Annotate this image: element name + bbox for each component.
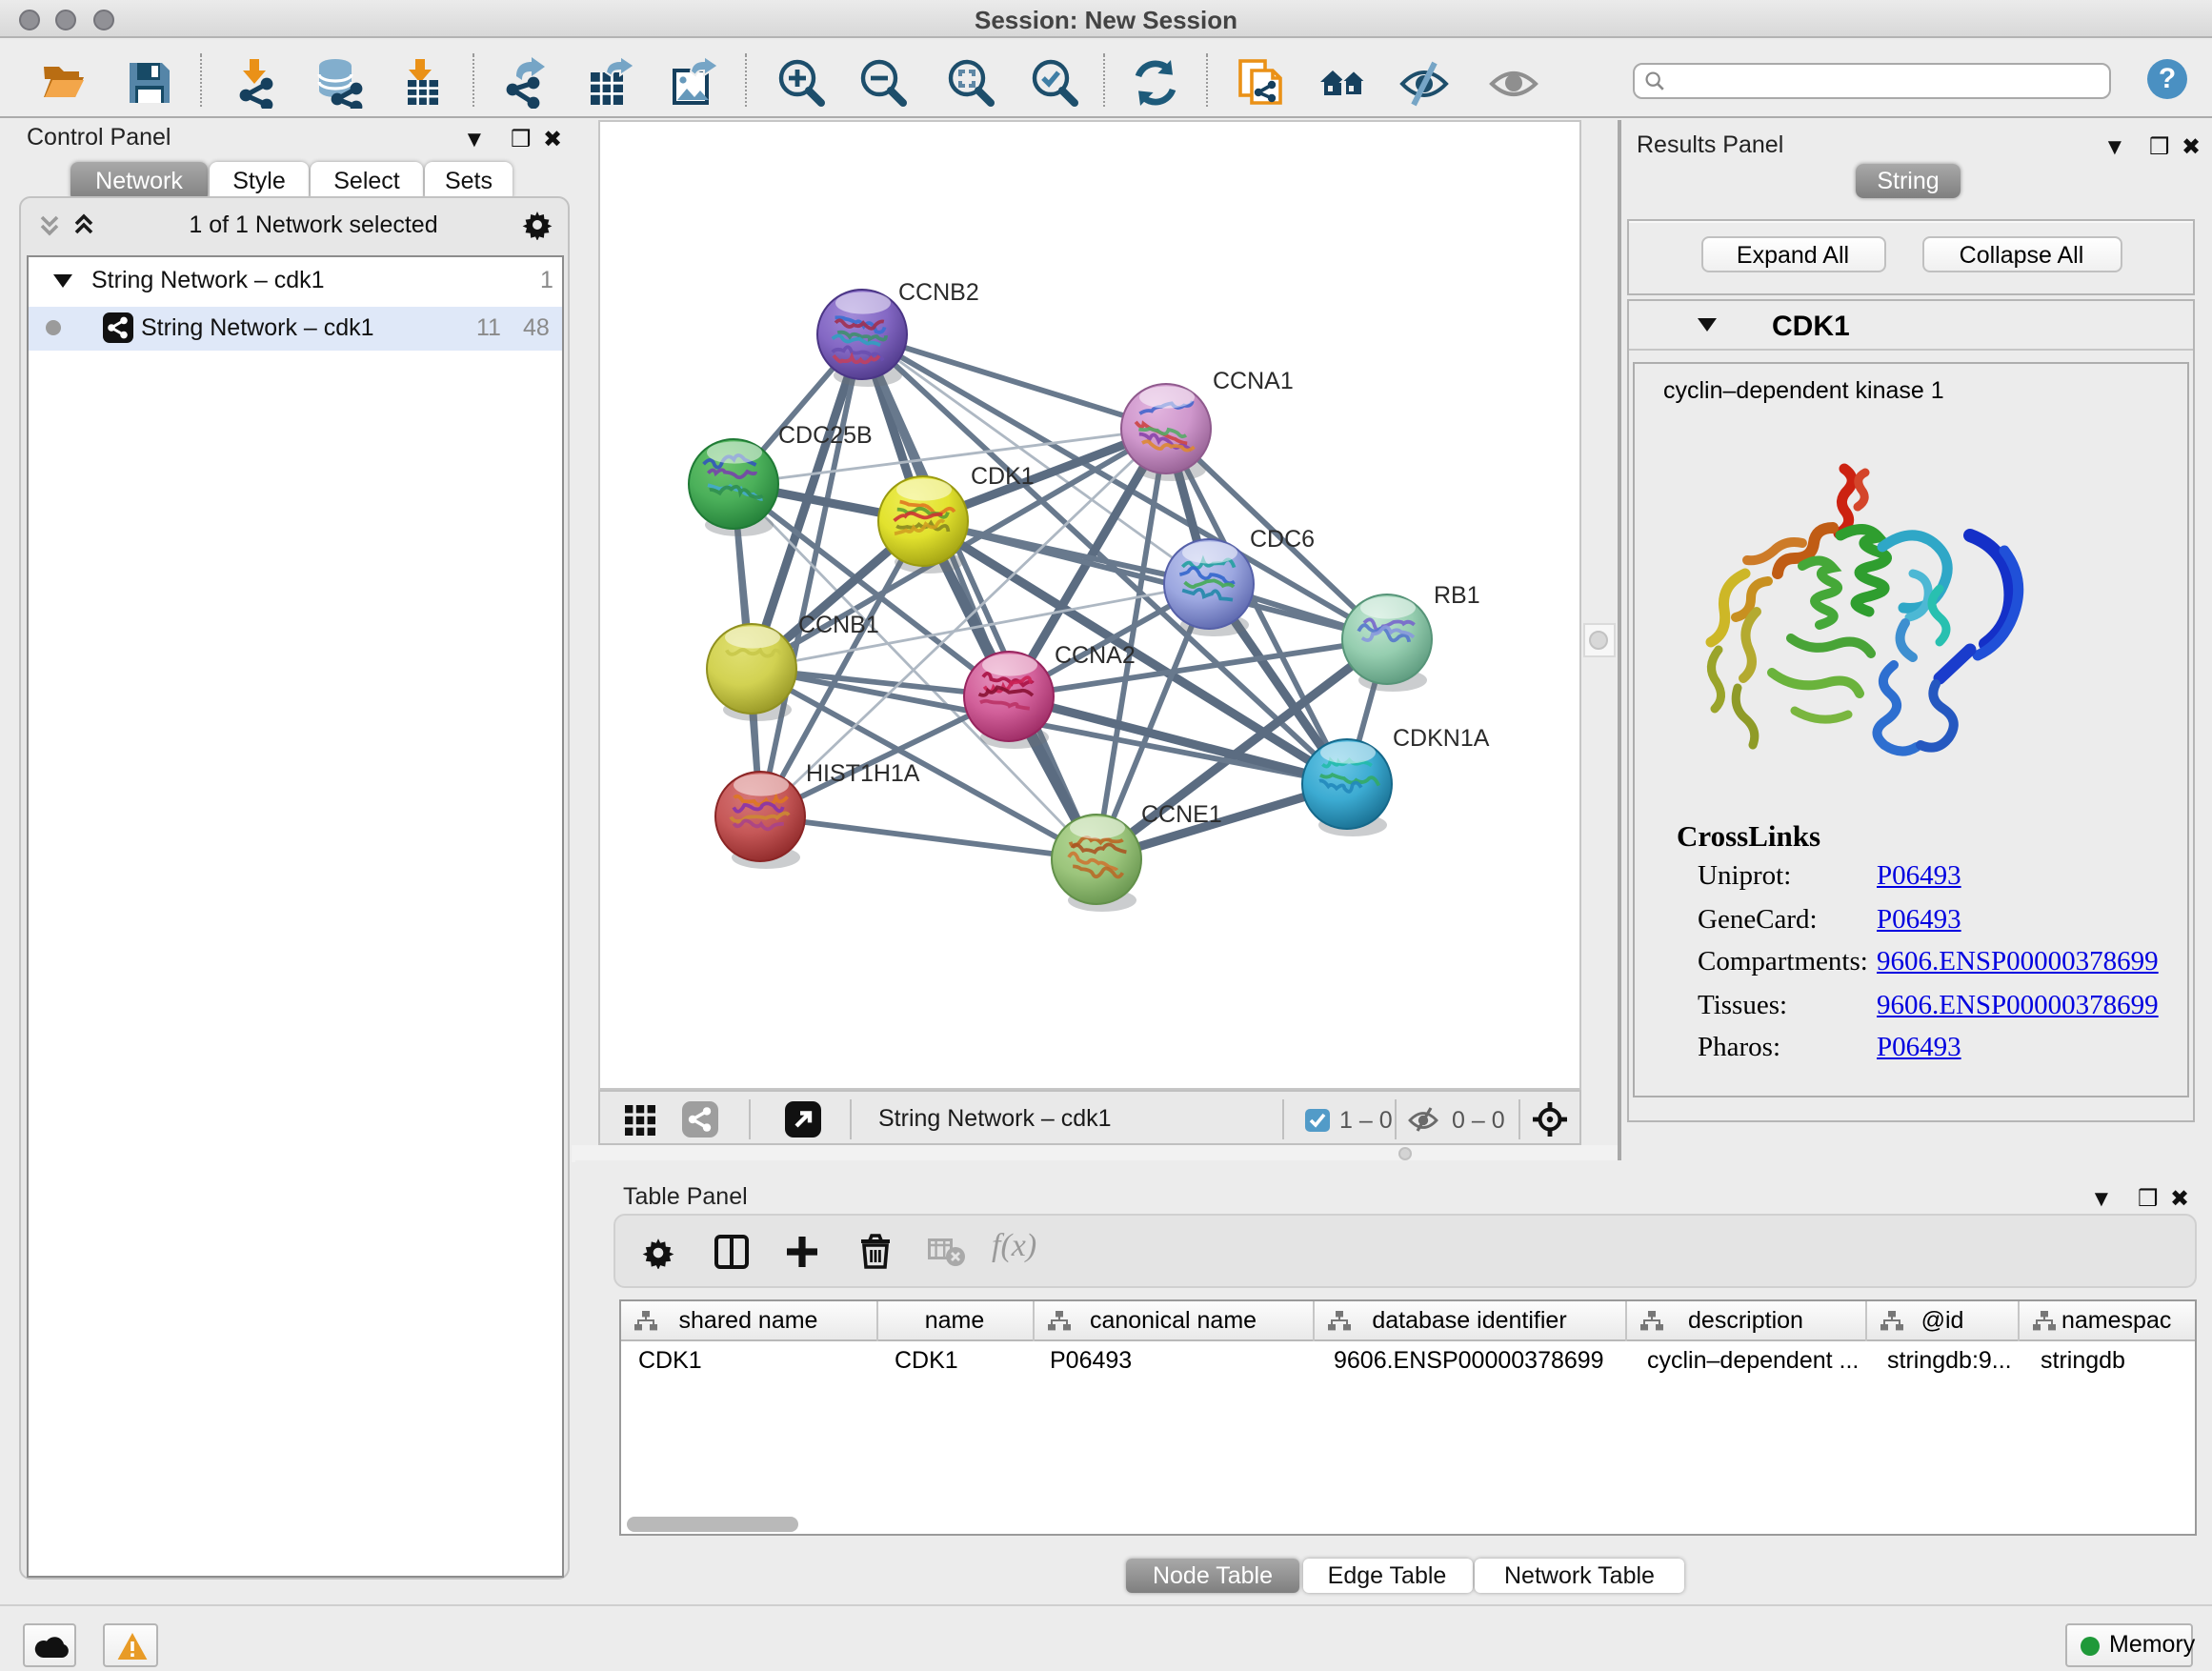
svg-text:CDK1: CDK1: [971, 463, 1035, 490]
svg-text:CCNA2: CCNA2: [1055, 642, 1136, 669]
svg-text:RB1: RB1: [1434, 582, 1480, 609]
svg-text:HIST1H1A: HIST1H1A: [806, 760, 920, 787]
svg-text:CDC25B: CDC25B: [778, 422, 873, 449]
svg-text:CCNA1: CCNA1: [1213, 368, 1294, 394]
svg-text:CCNB1: CCNB1: [798, 612, 879, 638]
svg-text:CCNB2: CCNB2: [898, 279, 979, 306]
svg-text:CDKN1A: CDKN1A: [1393, 725, 1490, 752]
svg-text:CDC6: CDC6: [1250, 526, 1315, 553]
svg-text:CCNE1: CCNE1: [1141, 801, 1222, 828]
